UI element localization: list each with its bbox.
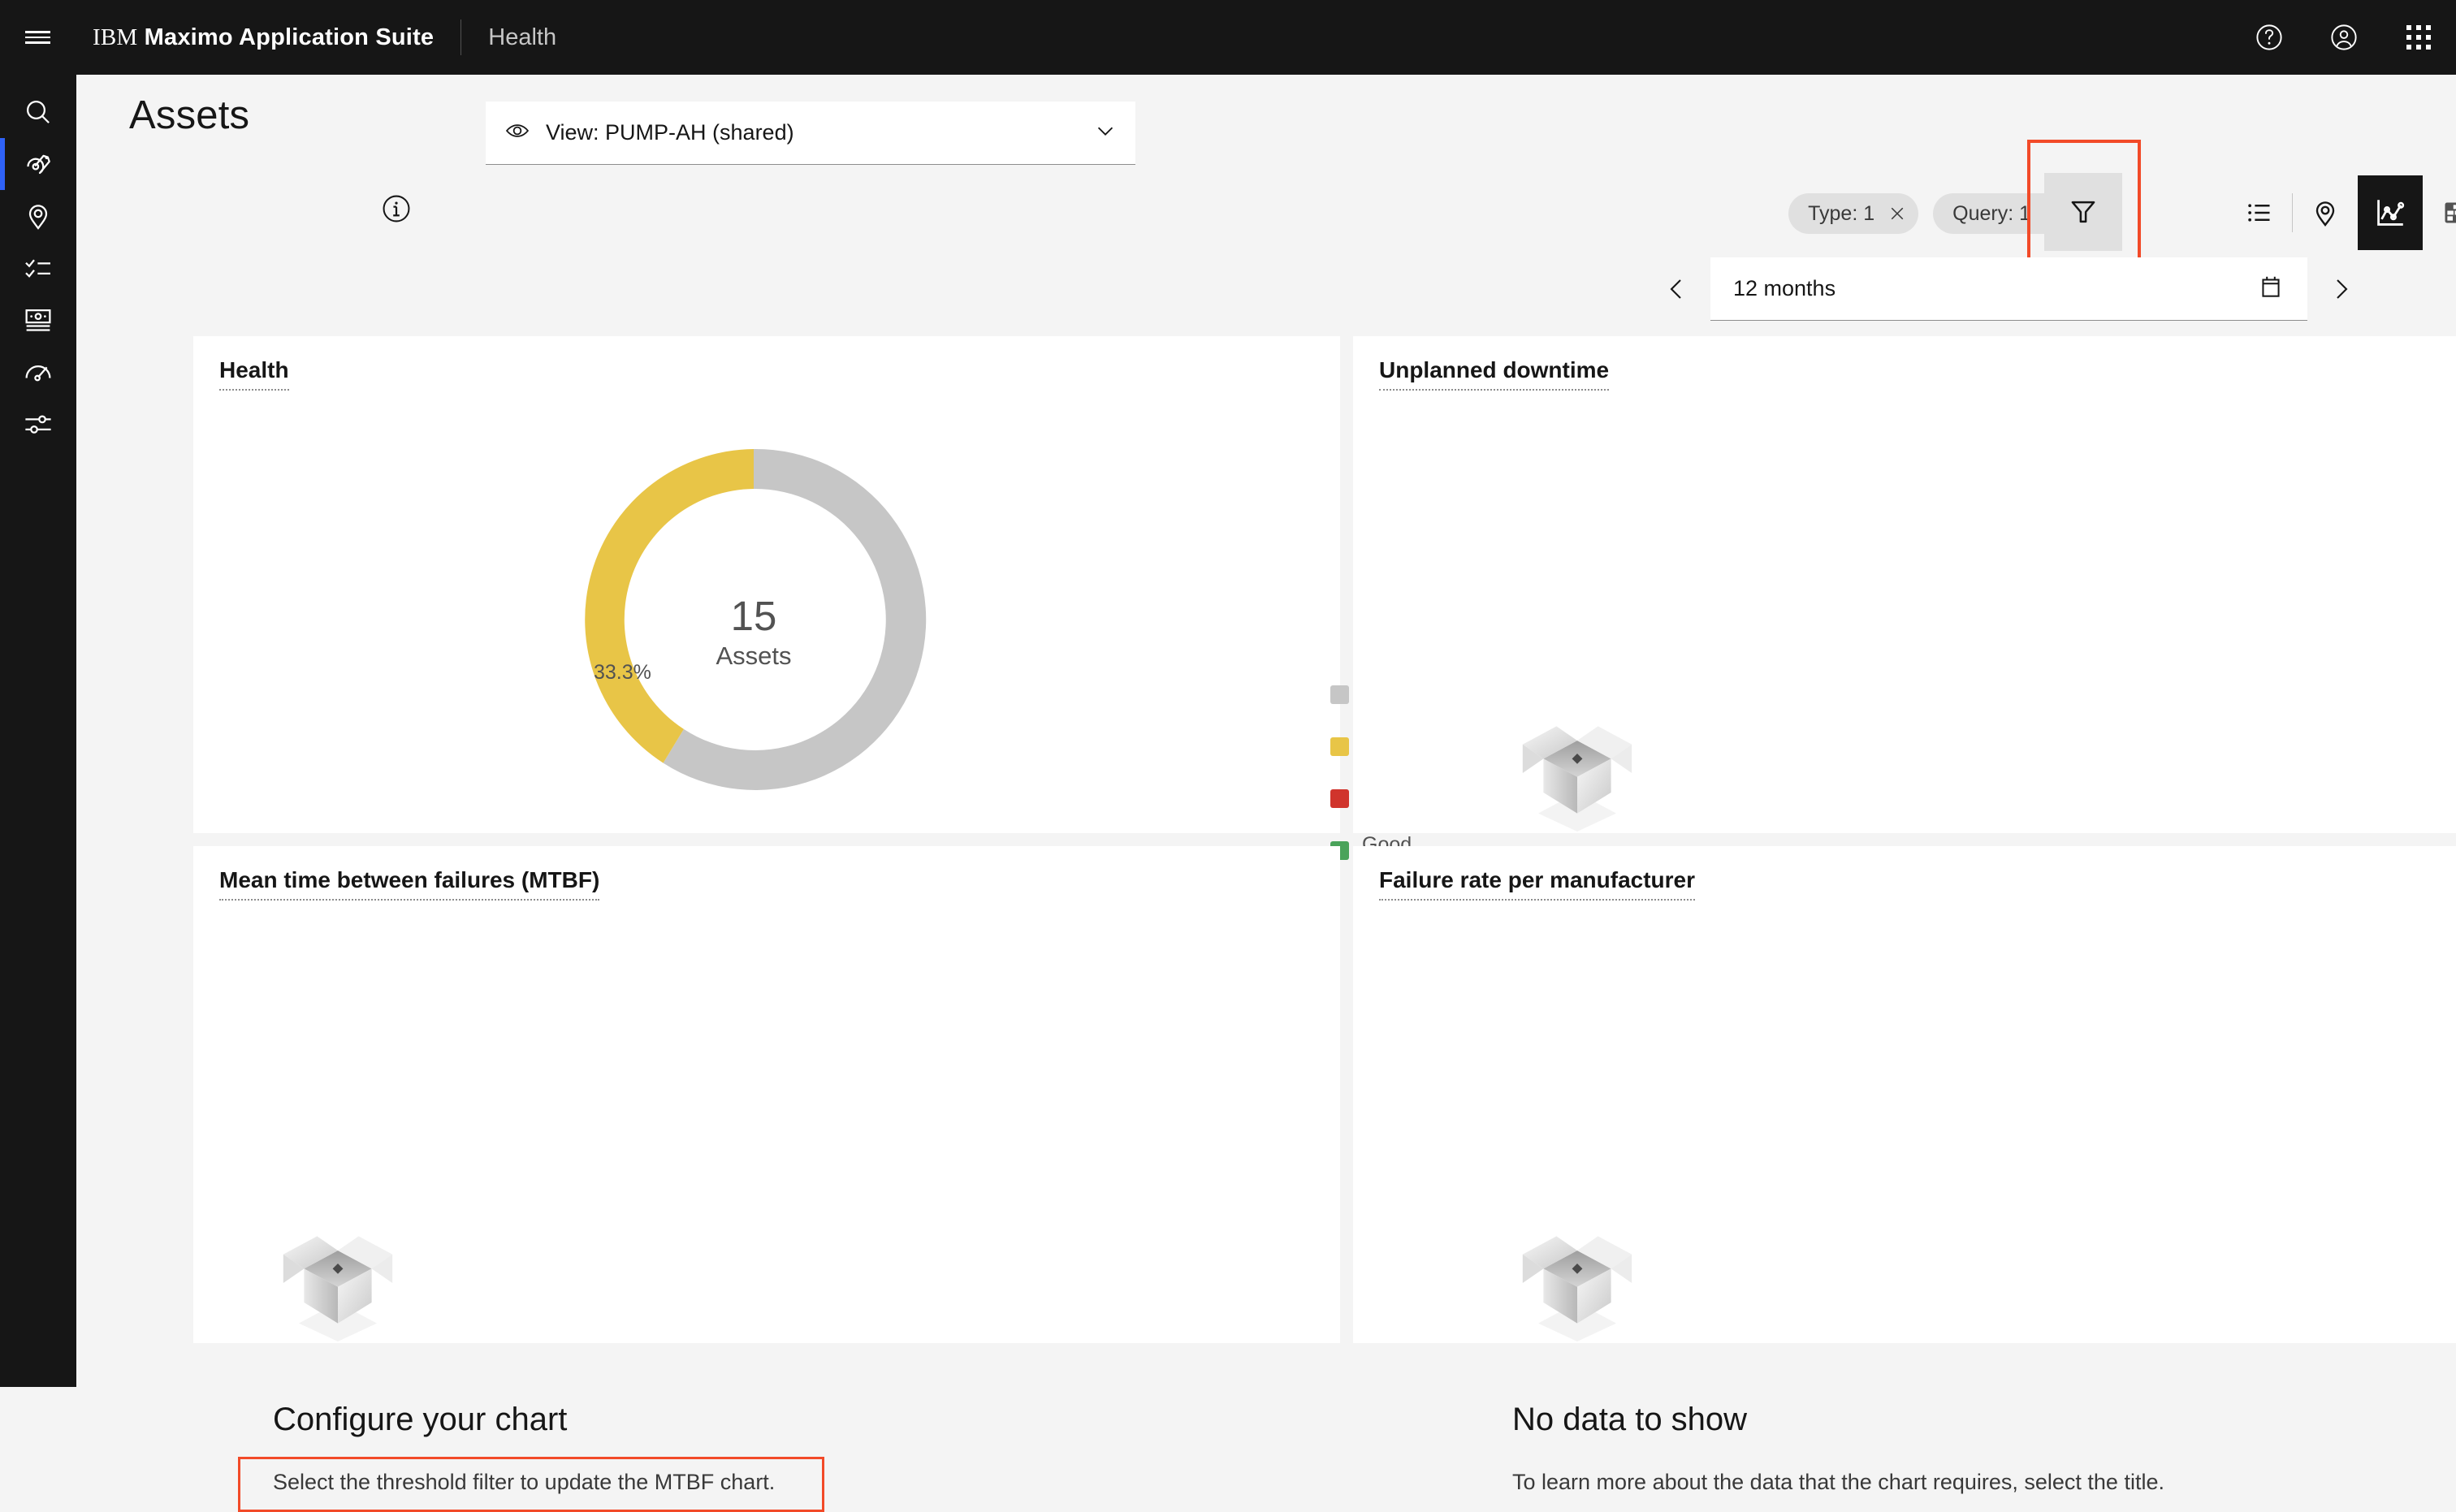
sidebar-item-inventory[interactable] — [0, 294, 76, 346]
empty-state-title: No data to show — [1512, 1402, 1747, 1438]
app-switcher-button[interactable] — [2381, 0, 2456, 75]
line-chart-icon — [2373, 196, 2407, 230]
asset-icon — [22, 148, 54, 180]
view-toggle-chart[interactable] — [2358, 175, 2423, 250]
brand-prefix: IBM — [93, 24, 137, 50]
page-title: Assets — [129, 93, 249, 138]
app-name[interactable]: Health — [488, 24, 556, 51]
side-navigation-rail — [0, 75, 76, 1387]
view-mode-toggle — [2227, 175, 2456, 250]
page-content: Assets View: PUMP-AH (shared) — [76, 75, 2456, 1387]
close-icon[interactable] — [1887, 204, 1907, 223]
location-pin-icon — [2309, 197, 2341, 229]
gauge-icon — [22, 356, 54, 388]
sidebar-item-search[interactable] — [0, 86, 76, 138]
hamburger-icon — [25, 41, 50, 44]
date-range-value: 12 months — [1733, 276, 1836, 301]
legend-swatch — [1330, 737, 1349, 756]
chevron-down-icon — [1093, 119, 1118, 147]
hamburger-icon — [25, 37, 50, 39]
card-title-health[interactable]: Health — [219, 357, 289, 391]
card-unplanned-downtime: Unplanned downtime — [1353, 336, 2456, 833]
view-toggle-list[interactable] — [2227, 175, 2292, 250]
empty-state-title: Configure your chart — [273, 1402, 567, 1438]
calendar-icon[interactable] — [2257, 273, 2285, 305]
sliders-icon — [22, 408, 54, 440]
eye-icon — [504, 117, 531, 149]
account-button[interactable] — [2307, 0, 2381, 75]
app-switcher-icon — [2406, 25, 2431, 50]
view-toggle-table[interactable] — [2423, 175, 2456, 250]
sidebar-item-work-orders[interactable] — [0, 242, 76, 294]
chart-card-grid: Health 15 Assets 33.3% 66.7% — [193, 336, 2456, 1343]
chevron-right-icon — [2328, 276, 2354, 302]
help-button[interactable] — [2232, 0, 2307, 75]
help-icon — [2255, 23, 2284, 52]
filter-funnel-icon — [2067, 196, 2099, 228]
brand-suite-name: Maximo Application Suite — [145, 24, 435, 50]
table-grid-icon — [2439, 197, 2456, 229]
date-range-next-button[interactable] — [2315, 257, 2366, 321]
view-selector[interactable]: View: PUMP-AH (shared) — [486, 102, 1135, 165]
legend-swatch — [1330, 685, 1349, 704]
page-header: Assets View: PUMP-AH (shared) — [76, 75, 2456, 164]
donut-center-unit: Assets — [632, 642, 876, 671]
donut-center-label: 15 Assets — [632, 594, 876, 671]
hamburger-menu-button[interactable] — [0, 0, 75, 75]
health-donut-chart: 15 Assets 33.3% 66.7% — [193, 414, 1340, 828]
sidebar-item-settings[interactable] — [0, 398, 76, 450]
donut-label-fair: 33.3% — [594, 661, 651, 685]
date-range-prev-button[interactable] — [1652, 257, 1702, 321]
view-selector-value: View: PUMP-AH (shared) — [546, 120, 794, 145]
empty-state-description: To learn more about the data that the ch… — [1512, 1470, 2164, 1495]
empty-state-description: Select the threshold filter to update th… — [273, 1470, 775, 1495]
card-title-failure-rate[interactable]: Failure rate per manufacturer — [1379, 867, 1695, 901]
empty-box-icon — [273, 1212, 403, 1346]
date-range-input[interactable]: 12 months — [1710, 257, 2307, 321]
brand-name[interactable]: IBM Maximo Application Suite — [93, 24, 434, 51]
page-info-button[interactable] — [381, 193, 412, 228]
filter-chip-label: Type: 1 — [1808, 202, 1874, 226]
sidebar-item-assets[interactable] — [0, 138, 76, 190]
date-range-selector: 12 months — [1652, 257, 2366, 321]
list-icon — [2243, 197, 2276, 229]
filter-chip-label: Query: 1 — [1952, 202, 2030, 226]
header-actions — [2232, 0, 2456, 75]
chevron-left-icon — [1664, 276, 1690, 302]
view-toggle-map[interactable] — [2293, 175, 2358, 250]
location-pin-icon — [22, 200, 54, 232]
card-title-unplanned-downtime[interactable]: Unplanned downtime — [1379, 357, 1609, 391]
sidebar-item-locations[interactable] — [0, 190, 76, 242]
donut-center-value: 15 — [632, 594, 876, 638]
card-mtbf: Mean time between failures (MTBF) — [193, 846, 1340, 1343]
empty-box-icon — [1512, 1212, 1642, 1346]
filter-button[interactable] — [2044, 173, 2122, 251]
bill-icon — [22, 304, 54, 336]
hamburger-icon — [25, 31, 50, 33]
card-title-mtbf[interactable]: Mean time between failures (MTBF) — [219, 867, 599, 901]
information-icon — [381, 193, 412, 224]
active-filter-chips: Type: 1 Query: 1 — [1788, 193, 2074, 234]
search-icon — [22, 96, 54, 128]
legend-swatch — [1330, 789, 1349, 808]
empty-box-icon — [1512, 702, 1642, 836]
global-header: IBM Maximo Application Suite Health — [0, 0, 2456, 75]
checklist-icon — [22, 252, 54, 284]
user-avatar-icon — [2329, 23, 2359, 52]
filter-chip-type[interactable]: Type: 1 — [1788, 193, 1918, 234]
card-health: Health 15 Assets 33.3% 66.7% — [193, 336, 1340, 833]
header-divider — [460, 19, 461, 55]
sidebar-item-meters[interactable] — [0, 346, 76, 398]
card-failure-rate: Failure rate per manufacturer — [1353, 846, 2456, 1343]
